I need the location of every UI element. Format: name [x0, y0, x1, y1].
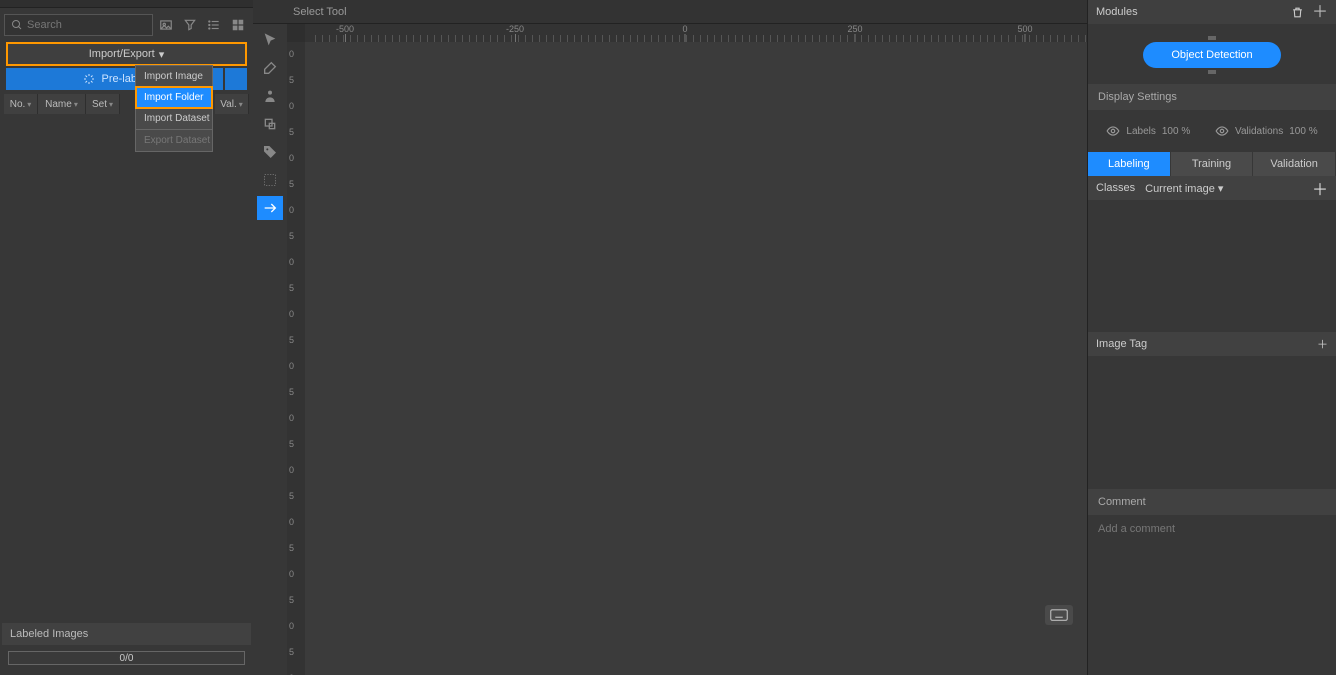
tool-select-rect[interactable]: [257, 168, 283, 192]
classes-label: Classes: [1096, 182, 1135, 194]
ruler-horizontal: -500-2500250500: [305, 24, 1087, 42]
canvas[interactable]: -500-2500250500 050505050505050505050505…: [287, 24, 1087, 675]
menu-export-dataset[interactable]: Export Dataset: [136, 130, 212, 151]
right-panel: Modules ＋ Object Detection Display Setti…: [1087, 0, 1336, 675]
image-icon[interactable]: [157, 16, 175, 34]
tool-brush[interactable]: [257, 56, 283, 80]
tool-strip: [253, 24, 287, 675]
ruler-corner: [287, 24, 305, 42]
canvas-wrap: -500-2500250500 050505050505050505050505…: [253, 24, 1087, 675]
add-class-button[interactable]: ＋: [1312, 176, 1328, 200]
display-labels[interactable]: Labels 100 %: [1106, 124, 1190, 138]
progress-bar: 0/0: [8, 651, 245, 665]
filter-icon[interactable]: [181, 16, 199, 34]
left-panel: Search Import/Export ▾ Pre-label No.▾ Na…: [0, 0, 253, 675]
mode-tabs: Labeling Training Validation: [1088, 152, 1336, 176]
sparkle-icon: [83, 73, 95, 85]
eye-icon: [1106, 124, 1120, 138]
comment-input[interactable]: Add a comment: [1088, 515, 1336, 543]
tab-labeling[interactable]: Labeling: [1088, 152, 1171, 176]
comment-header: Comment: [1088, 489, 1336, 515]
import-export-label: Import/Export: [89, 48, 155, 60]
prelabel-handle[interactable]: [225, 68, 247, 90]
import-export-menu: Import Image Import Folder Import Datase…: [135, 65, 213, 152]
grid-icon[interactable]: [229, 16, 247, 34]
col-val[interactable]: Val.▾: [215, 94, 249, 114]
menu-import-image[interactable]: Import Image: [136, 66, 212, 87]
modules-header: Modules ＋: [1088, 0, 1336, 24]
ruler-vertical: 0505050505050505050505050: [287, 42, 305, 675]
menu-import-folder[interactable]: Import Folder: [136, 87, 212, 108]
tool-person[interactable]: [257, 84, 283, 108]
right-fill: [1088, 543, 1336, 675]
eye-icon: [1215, 124, 1229, 138]
search-placeholder: Search: [27, 19, 62, 31]
menu-import-dataset[interactable]: Import Dataset: [136, 108, 212, 129]
col-no[interactable]: No.▾: [4, 94, 38, 114]
module-object-detection[interactable]: Object Detection: [1143, 42, 1280, 68]
keyboard-icon[interactable]: [1045, 605, 1073, 625]
current-image-dropdown[interactable]: Current image ▾: [1145, 182, 1223, 195]
labeled-images-bar: Labeled Images: [2, 623, 251, 645]
list-icon[interactable]: [205, 16, 223, 34]
tool-move[interactable]: [257, 196, 283, 220]
module-handle-bottom[interactable]: [1208, 70, 1216, 74]
import-export-dropdown[interactable]: Import/Export ▾: [6, 42, 247, 66]
col-set[interactable]: Set▾: [86, 94, 120, 114]
add-image-tag-button[interactable]: ＋: [1317, 336, 1328, 352]
display-settings-header: Display Settings: [1088, 84, 1336, 110]
classes-list: [1088, 200, 1336, 332]
chevron-down-icon: ▾: [159, 48, 165, 61]
plus-icon[interactable]: ＋: [1312, 6, 1328, 19]
classes-row: Classes Current image ▾ ＋: [1088, 176, 1336, 200]
module-chip-wrap: Object Detection: [1088, 24, 1336, 84]
col-name[interactable]: Name▾: [38, 94, 86, 114]
tool-shape[interactable]: [257, 112, 283, 136]
search-icon: [11, 19, 23, 31]
display-validations[interactable]: Validations 100 %: [1215, 124, 1318, 138]
image-tag-header: Image Tag ＋: [1088, 332, 1336, 356]
tab-validation[interactable]: Validation: [1253, 152, 1336, 176]
tool-cursor[interactable]: [257, 28, 283, 52]
tab-training[interactable]: Training: [1171, 152, 1254, 176]
trash-icon[interactable]: [1291, 6, 1304, 19]
display-row: Labels 100 % Validations 100 %: [1088, 110, 1336, 152]
canvas-header: Select Tool: [253, 0, 1087, 24]
search-input[interactable]: Search: [4, 14, 153, 36]
left-top-bar: [0, 0, 253, 8]
module-handle-top[interactable]: [1208, 36, 1216, 40]
image-list: [0, 114, 253, 623]
progress-wrap: 0/0: [0, 645, 253, 675]
image-tag-list: [1088, 356, 1336, 488]
search-toolbar: [157, 16, 247, 34]
tool-tag[interactable]: [257, 140, 283, 164]
center-area: Select Tool -500-2500250500 050505050505…: [253, 0, 1087, 675]
search-row: Search: [0, 8, 253, 42]
